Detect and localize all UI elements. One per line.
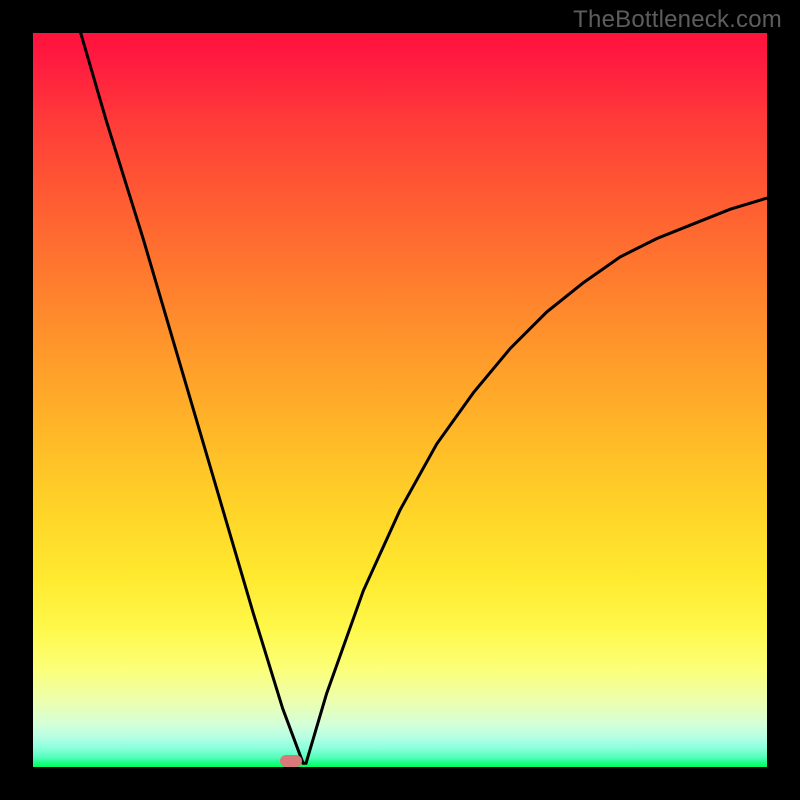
- watermark-text: TheBottleneck.com: [573, 6, 782, 34]
- plot-area: [33, 33, 767, 767]
- chart-frame: TheBottleneck.com: [0, 0, 800, 800]
- optimal-marker: [280, 755, 302, 767]
